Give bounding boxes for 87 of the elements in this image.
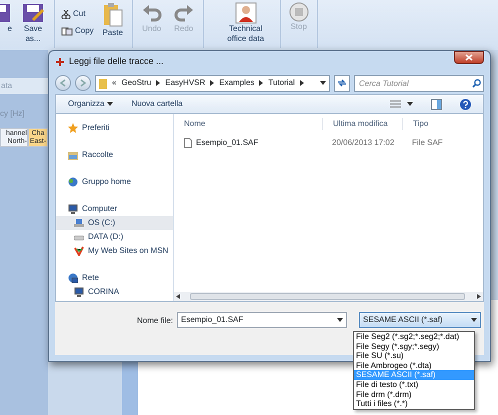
caret-icon — [320, 81, 326, 85]
close-button[interactable] — [454, 51, 484, 64]
preview-pane-button[interactable] — [431, 98, 442, 110]
refresh-button[interactable] — [334, 74, 350, 92]
dropdown-option[interactable]: File di testo (*.txt) — [354, 380, 474, 390]
file-type: File SAF — [411, 137, 443, 149]
column-header[interactable]: Ultima modifica — [322, 118, 402, 130]
ribbon-button[interactable]: Paste — [100, 0, 126, 38]
filename-field[interactable]: Esempio_01.SAF — [177, 312, 348, 328]
axis-label: cy [Hz] — [0, 108, 26, 120]
globe-icon — [68, 177, 78, 187]
file-icon — [184, 138, 192, 148]
breadcrumb-item[interactable]: Tutorial — [268, 77, 295, 89]
folder-icon — [99, 78, 107, 88]
nav-item[interactable]: Computer — [56, 202, 173, 216]
triangle-icon — [210, 80, 214, 86]
drive-icon — [74, 218, 84, 228]
dropdown-option[interactable]: File Ambrogeo (*.dta) — [354, 360, 474, 370]
modified-date: 20/06/2013 17:02 — [331, 137, 396, 149]
undo-icon — [140, 2, 163, 24]
triangle-icon — [156, 80, 160, 86]
ribbon-button[interactable]: e — [0, 0, 12, 34]
view-button[interactable] — [390, 100, 413, 108]
address-bar[interactable]: « GeoStru EasyHVSR Examples Tutorial — [95, 74, 330, 92]
dropdown-option[interactable]: File drm (*.drm) — [354, 390, 474, 400]
right-arrow-icon — [477, 294, 481, 299]
ribbon-button[interactable]: Copy — [61, 25, 94, 37]
back-button[interactable] — [55, 75, 71, 91]
pane-icon — [431, 98, 442, 110]
triangle-icon — [259, 80, 264, 86]
back-icon — [59, 79, 67, 87]
triangle-icon — [300, 80, 304, 86]
dropdown-option[interactable]: File Seg2 (*.sg2;*.seg2;*.dat) — [354, 332, 474, 342]
forward-icon — [79, 79, 87, 87]
copy-icon — [61, 26, 73, 36]
search-field[interactable]: Cerca Tutorial — [354, 74, 484, 92]
column-header[interactable]: Nome — [174, 118, 322, 130]
app-icon — [55, 57, 65, 67]
file-type-dropdown[interactable]: SESAME ASCII (*.saf) — [359, 312, 482, 328]
dropdown-option[interactable]: File Segy (*.sgy;*.segy) — [354, 342, 474, 352]
caret-icon — [337, 318, 344, 322]
nav-item[interactable]: DATA (D:) — [56, 230, 173, 244]
nav-item[interactable]: Gruppo home — [56, 175, 173, 189]
person-icon — [234, 2, 257, 24]
search-icon — [472, 78, 481, 88]
field-label: Nome file: — [137, 315, 174, 327]
scroll-thumb[interactable] — [190, 293, 465, 300]
caret-icon — [407, 102, 413, 106]
folder-icon — [68, 150, 78, 160]
column-header[interactable]: Tipo — [402, 118, 462, 130]
refresh-icon — [337, 79, 347, 87]
nav-item[interactable]: CORINA — [56, 285, 173, 299]
nav-item[interactable]: Rete — [56, 271, 173, 285]
monitor-icon — [68, 204, 78, 214]
nav-item[interactable]: Preferiti — [56, 121, 173, 135]
network-icon — [68, 273, 78, 283]
monitor-icon — [74, 287, 84, 297]
panel-title: ata — [0, 78, 48, 94]
redo-icon — [172, 2, 195, 24]
left-arrow-icon — [176, 294, 180, 299]
close-icon — [465, 54, 473, 61]
scissors-icon — [61, 10, 71, 18]
web-icon — [74, 246, 84, 256]
ribbon-button[interactable]: Technical office data — [218, 0, 274, 44]
breadcrumb-item[interactable]: EasyHVSR — [165, 77, 206, 89]
dropdown-option[interactable]: Tutti i files (*.*) — [354, 399, 474, 409]
ribbon-button[interactable]: Save as... — [18, 0, 48, 44]
star-icon — [68, 123, 78, 133]
clipboard-icon — [102, 2, 124, 28]
breadcrumb-item[interactable]: Examples — [219, 77, 254, 89]
file-name[interactable]: Esempio_01.SAF — [196, 137, 258, 149]
overflow-chevron[interactable]: « — [112, 77, 116, 89]
nav-item[interactable]: My Web Sites on MSN — [56, 244, 173, 258]
toolbar-button[interactable]: Organizza — [68, 98, 114, 110]
breadcrumb-item[interactable]: GeoStru — [121, 77, 152, 89]
stop-icon — [288, 2, 309, 22]
caret-icon — [107, 102, 114, 106]
dropdown-option[interactable]: File SU (*.su) — [354, 351, 474, 361]
toolbar-button[interactable]: Nuova cartella — [131, 98, 183, 110]
ribbon-button[interactable]: Cut — [61, 8, 94, 20]
nav-item[interactable]: Raccolte — [56, 148, 173, 162]
forward-button[interactable] — [75, 75, 91, 91]
nav-item[interactable]: OS (C:) — [56, 216, 173, 230]
caret-icon — [471, 318, 478, 322]
help-icon — [460, 98, 471, 110]
list-icon — [390, 100, 401, 108]
window-title: Leggi file delle tracce ... — [69, 55, 164, 68]
